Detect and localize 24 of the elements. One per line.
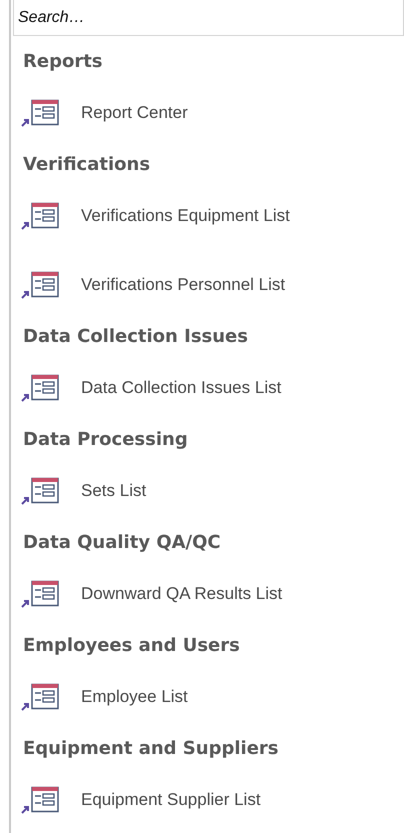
form-shortcut-icon (21, 271, 59, 300)
navigation-item[interactable]: Report Center (13, 88, 404, 139)
form-shortcut-icon (21, 786, 59, 814)
search-field[interactable]: Search… (13, 0, 404, 36)
group-header: Reports (23, 51, 103, 72)
navigation-item[interactable]: Downward QA Results List (13, 568, 404, 620)
form-shortcut-icon (21, 580, 59, 608)
form-shortcut-icon (21, 99, 59, 128)
group-header: Employees and Users (23, 635, 240, 656)
group-header: Data Collection Issues (23, 326, 248, 348)
navigation-item[interactable]: Equipment Supplier List (13, 774, 404, 826)
group-header: Data Quality QA/QC (23, 532, 221, 554)
form-shortcut-icon (21, 477, 59, 506)
navigation-item[interactable]: Employee List (13, 672, 404, 723)
group-header: Verifications (23, 154, 150, 176)
navigation-item[interactable]: Verifications Personnel List (13, 260, 404, 311)
form-shortcut-icon (21, 374, 59, 402)
group-header: Data Processing (23, 429, 188, 450)
navigation-item[interactable]: Sets List (13, 466, 404, 517)
form-shortcut-icon (21, 202, 59, 230)
navigation-item[interactable]: Verifications Equipment List (13, 190, 404, 242)
navigation-item[interactable]: Data Collection Issues List (13, 362, 404, 414)
form-shortcut-icon (21, 683, 59, 712)
group-header: Equipment and Suppliers (23, 738, 278, 760)
